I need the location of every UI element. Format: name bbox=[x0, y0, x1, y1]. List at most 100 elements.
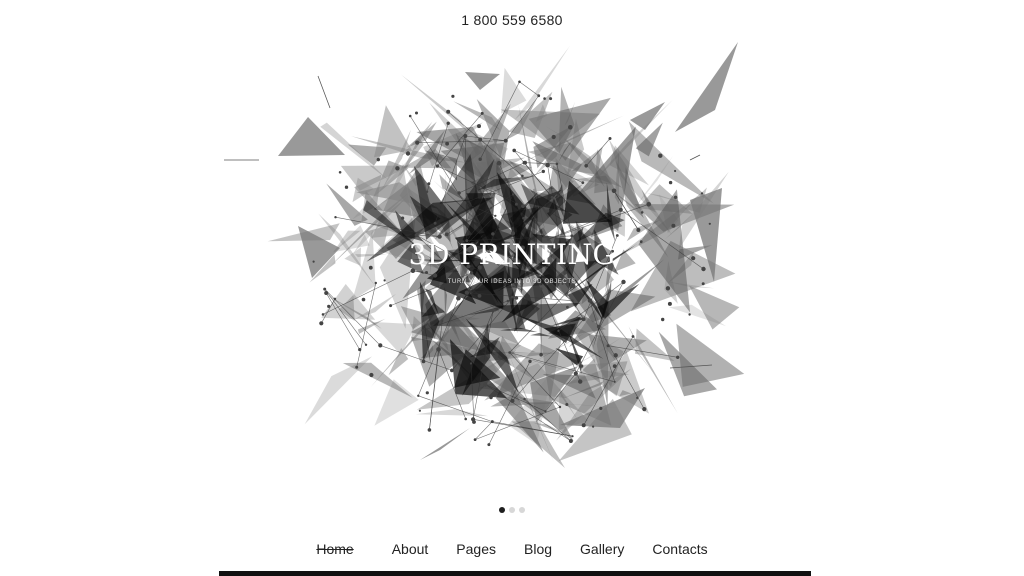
network-node bbox=[618, 207, 623, 212]
network-node bbox=[415, 111, 418, 115]
network-node bbox=[636, 228, 641, 232]
network-node bbox=[510, 231, 516, 236]
network-node bbox=[573, 371, 578, 376]
network-node bbox=[491, 310, 495, 313]
network-line bbox=[474, 421, 493, 440]
network-node bbox=[599, 406, 603, 410]
network-node bbox=[469, 362, 473, 365]
network-node bbox=[462, 201, 467, 205]
network-node bbox=[636, 396, 639, 399]
network-node bbox=[425, 391, 429, 395]
network-node bbox=[471, 417, 476, 422]
network-node bbox=[433, 273, 438, 278]
network-node bbox=[563, 270, 567, 275]
network-node bbox=[418, 409, 421, 412]
network-node bbox=[568, 125, 573, 130]
network-node bbox=[520, 288, 523, 291]
nav-item-about[interactable]: About bbox=[378, 540, 443, 558]
network-node bbox=[551, 134, 556, 140]
network-node bbox=[549, 97, 553, 101]
network-node bbox=[480, 111, 484, 115]
nav-item-pages[interactable]: Pages bbox=[442, 540, 510, 558]
hero-title: 3D PRINTING bbox=[408, 238, 616, 271]
poly-shard bbox=[415, 409, 488, 417]
network-node bbox=[612, 364, 617, 368]
nav-item-contacts[interactable]: Contacts bbox=[638, 540, 721, 558]
network-node bbox=[319, 321, 324, 326]
network-node bbox=[478, 137, 483, 142]
network-node bbox=[327, 304, 331, 308]
network-node bbox=[676, 355, 680, 359]
network-node bbox=[640, 211, 644, 214]
slider-pagination bbox=[0, 507, 1024, 513]
network-node bbox=[613, 353, 618, 358]
network-node bbox=[592, 425, 595, 428]
network-node bbox=[539, 352, 543, 357]
network-node bbox=[545, 162, 550, 168]
network-node bbox=[421, 359, 426, 364]
network-node bbox=[567, 188, 570, 192]
network-node bbox=[321, 313, 325, 316]
network-node bbox=[508, 351, 511, 354]
network-node bbox=[555, 162, 559, 166]
slider-dot-2[interactable] bbox=[509, 507, 515, 513]
network-node bbox=[667, 301, 672, 306]
page: 1 800 559 6580 3D PRINTING TURN YOUR IDE… bbox=[0, 0, 1024, 576]
network-node bbox=[355, 365, 359, 369]
nav-item-gallery[interactable]: Gallery bbox=[566, 540, 638, 558]
network-node bbox=[522, 216, 525, 220]
network-node bbox=[401, 216, 405, 220]
network-node bbox=[503, 138, 508, 143]
network-node bbox=[514, 296, 519, 300]
network-node bbox=[541, 169, 545, 174]
slider-dot-1[interactable] bbox=[499, 507, 505, 513]
network-node bbox=[606, 344, 610, 348]
network-node bbox=[427, 182, 431, 186]
network-node bbox=[494, 214, 497, 217]
poly-shard bbox=[501, 67, 527, 114]
network-node bbox=[463, 134, 468, 138]
network-node bbox=[487, 443, 491, 447]
network-node bbox=[425, 271, 428, 274]
nav-item-blog[interactable]: Blog bbox=[510, 540, 566, 558]
network-node bbox=[518, 80, 521, 84]
network-node bbox=[581, 317, 586, 322]
network-node bbox=[565, 403, 569, 406]
network-node bbox=[496, 160, 502, 166]
network-node bbox=[477, 294, 482, 298]
network-node bbox=[469, 271, 474, 275]
network-node bbox=[457, 191, 461, 195]
network-node bbox=[473, 438, 477, 441]
network-node bbox=[658, 153, 663, 158]
header-phone-number[interactable]: 1 800 559 6580 bbox=[0, 12, 1024, 28]
network-node bbox=[344, 185, 349, 189]
network-node bbox=[528, 359, 532, 364]
network-node bbox=[456, 295, 461, 301]
network-node bbox=[673, 195, 678, 199]
network-node bbox=[427, 428, 432, 432]
network-node bbox=[550, 195, 554, 199]
network-node bbox=[376, 157, 380, 162]
slider-dot-3[interactable] bbox=[519, 507, 525, 513]
network-node bbox=[523, 160, 527, 165]
network-node bbox=[581, 181, 585, 185]
network-node bbox=[323, 287, 327, 291]
network-node bbox=[378, 343, 383, 348]
network-node bbox=[511, 193, 515, 196]
poly-shard bbox=[689, 285, 740, 330]
network-node bbox=[578, 379, 583, 384]
nav-item-home[interactable]: Home bbox=[302, 540, 367, 558]
network-node bbox=[483, 382, 488, 387]
network-node bbox=[415, 140, 420, 145]
network-node bbox=[369, 372, 374, 378]
network-node bbox=[477, 124, 481, 129]
network-node bbox=[417, 394, 420, 397]
main-navigation: Home About Pages Blog Gallery Contacts bbox=[0, 540, 1024, 558]
poly-shard bbox=[676, 323, 745, 387]
network-node bbox=[433, 221, 437, 225]
network-node bbox=[511, 295, 514, 299]
network-node bbox=[364, 343, 368, 346]
network-node bbox=[338, 171, 342, 174]
network-node bbox=[579, 364, 584, 368]
network-node bbox=[581, 423, 586, 428]
